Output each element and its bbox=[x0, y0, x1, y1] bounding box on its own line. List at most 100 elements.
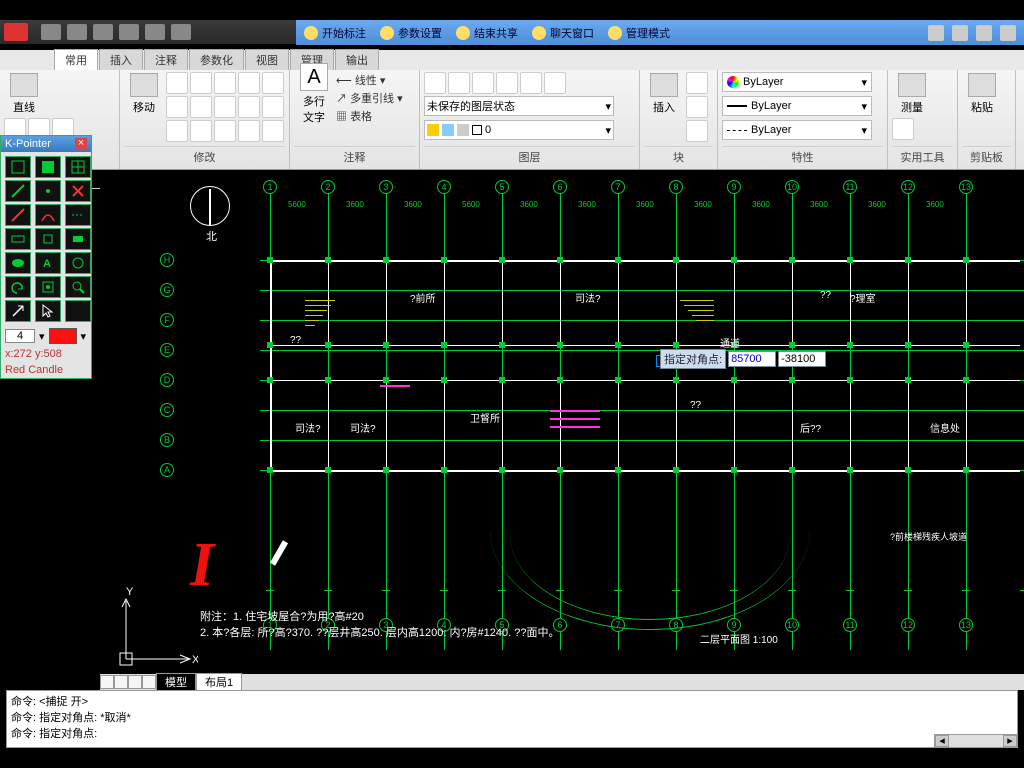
pal-zoom-icon[interactable] bbox=[65, 276, 91, 298]
pal-line-icon[interactable] bbox=[5, 180, 31, 202]
mirror-icon[interactable] bbox=[262, 72, 284, 94]
mtext-button[interactable]: A多行 文字 bbox=[294, 72, 334, 116]
tab-common[interactable]: 常用 bbox=[54, 49, 98, 70]
prompt-x-input[interactable]: 85700 bbox=[728, 351, 776, 367]
mleader-button[interactable]: ↗ 多重引线 ▾ bbox=[336, 90, 403, 106]
pal-x-icon[interactable] bbox=[65, 180, 91, 202]
pal-target-icon[interactable] bbox=[35, 276, 61, 298]
pal-curve-icon[interactable] bbox=[35, 204, 61, 226]
open-icon[interactable] bbox=[67, 24, 87, 40]
palette-titlebar[interactable]: K-Pointer× bbox=[1, 136, 91, 152]
measure-button[interactable]: 测量 bbox=[892, 72, 932, 116]
model-tab[interactable]: 模型 bbox=[156, 673, 196, 690]
search-icon[interactable] bbox=[928, 25, 944, 41]
command-line[interactable]: 命令: <捕捉 开> 命令: 指定对角点: *取消* 命令: 指定对角点: bbox=[6, 690, 1018, 748]
attr-icon[interactable] bbox=[686, 120, 708, 142]
print-icon[interactable] bbox=[171, 24, 191, 40]
key-icon[interactable] bbox=[952, 25, 968, 41]
pal-undo-icon[interactable] bbox=[5, 276, 31, 298]
tab-scroll-next[interactable] bbox=[128, 675, 142, 689]
color-dropdown-icon[interactable]: ▾ bbox=[81, 330, 87, 343]
pal-grid-icon[interactable] bbox=[65, 156, 91, 178]
redo-icon[interactable] bbox=[145, 24, 165, 40]
copy-icon[interactable] bbox=[166, 72, 188, 94]
extend-icon[interactable] bbox=[238, 72, 260, 94]
erase-icon[interactable] bbox=[166, 120, 188, 142]
pal-blank-icon[interactable] bbox=[65, 300, 91, 322]
tab-scroll-last[interactable] bbox=[142, 675, 156, 689]
lineweight-dropdown[interactable]: ByLayer▾ bbox=[722, 96, 872, 116]
select-icon[interactable] bbox=[892, 118, 914, 140]
start-annotate-button[interactable]: 开始标注 bbox=[304, 25, 366, 41]
array-icon[interactable] bbox=[214, 96, 236, 118]
pal-window-icon[interactable] bbox=[5, 156, 31, 178]
undo-icon[interactable] bbox=[119, 24, 139, 40]
tab-view[interactable]: 视图 bbox=[245, 49, 289, 70]
insert-block-button[interactable]: 插入 bbox=[644, 72, 684, 116]
end-share-button[interactable]: 结束共享 bbox=[456, 25, 518, 41]
param-settings-button[interactable]: 参数设置 bbox=[380, 25, 442, 41]
layer-freeze-icon[interactable] bbox=[472, 72, 494, 94]
pal-rect-icon[interactable] bbox=[5, 228, 31, 250]
layer-state-dropdown[interactable]: 未保存的图层状态▾ bbox=[424, 96, 614, 116]
cmd-hscroll[interactable]: ◂▸ bbox=[934, 734, 1018, 748]
create-block-icon[interactable] bbox=[686, 72, 708, 94]
layer-lock-icon[interactable] bbox=[496, 72, 518, 94]
color-swatch-red[interactable] bbox=[49, 328, 77, 344]
help-icon[interactable] bbox=[976, 25, 992, 41]
pointer-palette[interactable]: K-Pointer× A 4▾ ▾ x:272 y:508 Red Candle bbox=[0, 135, 92, 379]
size-dropdown-icon[interactable]: ▾ bbox=[39, 330, 45, 343]
drawing-canvas[interactable]: 北 1122334455667788991010111112121313 HGF… bbox=[100, 170, 1024, 690]
tab-parametric[interactable]: 参数化 bbox=[189, 49, 244, 70]
layer-off-icon[interactable] bbox=[520, 72, 542, 94]
chamfer-icon[interactable] bbox=[214, 120, 236, 142]
layer-match-icon[interactable] bbox=[544, 72, 566, 94]
scroll-right-icon[interactable]: ▸ bbox=[1003, 735, 1017, 747]
pal-text-icon[interactable]: A bbox=[35, 252, 61, 274]
prompt-y-input[interactable]: -38100 bbox=[778, 351, 826, 367]
pal-dash-icon[interactable] bbox=[65, 204, 91, 226]
edit-block-icon[interactable] bbox=[686, 96, 708, 118]
rotate-icon[interactable] bbox=[190, 72, 212, 94]
linetype-dropdown[interactable]: ByLayer▾ bbox=[722, 120, 872, 140]
move-button[interactable]: 移动 bbox=[124, 72, 164, 116]
offset-icon[interactable] bbox=[262, 96, 284, 118]
pal-fillrect-icon[interactable] bbox=[65, 228, 91, 250]
pal-square-icon[interactable] bbox=[35, 228, 61, 250]
scale-icon[interactable] bbox=[190, 96, 212, 118]
tab-annotate[interactable]: 注释 bbox=[144, 49, 188, 70]
app-logo[interactable] bbox=[4, 23, 28, 41]
scroll-left-icon[interactable]: ◂ bbox=[935, 735, 949, 747]
linear-dim-button[interactable]: ⟵ 线性 ▾ bbox=[336, 72, 403, 88]
layout1-tab[interactable]: 布局1 bbox=[196, 673, 242, 690]
explode-icon[interactable] bbox=[190, 120, 212, 142]
chat-window-button[interactable]: 聊天窗口 bbox=[532, 25, 594, 41]
tab-scroll-first[interactable] bbox=[100, 675, 114, 689]
tab-output[interactable]: 输出 bbox=[335, 49, 379, 70]
pal-pencil-icon[interactable] bbox=[5, 204, 31, 226]
break-icon[interactable] bbox=[238, 120, 260, 142]
pal-ellipse-icon[interactable] bbox=[5, 252, 31, 274]
stretch-icon[interactable] bbox=[166, 96, 188, 118]
line-button[interactable]: 直线 bbox=[4, 72, 44, 116]
pal-circle-icon[interactable] bbox=[65, 252, 91, 274]
pal-save-icon[interactable] bbox=[35, 156, 61, 178]
paste-button[interactable]: 粘贴 bbox=[962, 72, 1002, 116]
fillet-icon[interactable] bbox=[238, 96, 260, 118]
new-icon[interactable] bbox=[41, 24, 61, 40]
tab-scroll-prev[interactable] bbox=[114, 675, 128, 689]
pal-arrow-icon[interactable] bbox=[5, 300, 31, 322]
trim-icon[interactable] bbox=[214, 72, 236, 94]
layer-iso-icon[interactable] bbox=[448, 72, 470, 94]
admin-mode-button[interactable]: 管理模式 bbox=[608, 25, 670, 41]
pal-cursor-icon[interactable] bbox=[35, 300, 61, 322]
tab-insert[interactable]: 插入 bbox=[99, 49, 143, 70]
join-icon[interactable] bbox=[262, 120, 284, 142]
pal-point-icon[interactable] bbox=[35, 180, 61, 202]
color-dropdown[interactable]: ByLayer▾ bbox=[722, 72, 872, 92]
save-icon[interactable] bbox=[93, 24, 113, 40]
close-icon[interactable]: × bbox=[75, 138, 87, 150]
minimize-icon[interactable] bbox=[1000, 25, 1016, 41]
table-button[interactable]: ▦ 表格 bbox=[336, 108, 403, 124]
layer-prop-icon[interactable] bbox=[424, 72, 446, 94]
